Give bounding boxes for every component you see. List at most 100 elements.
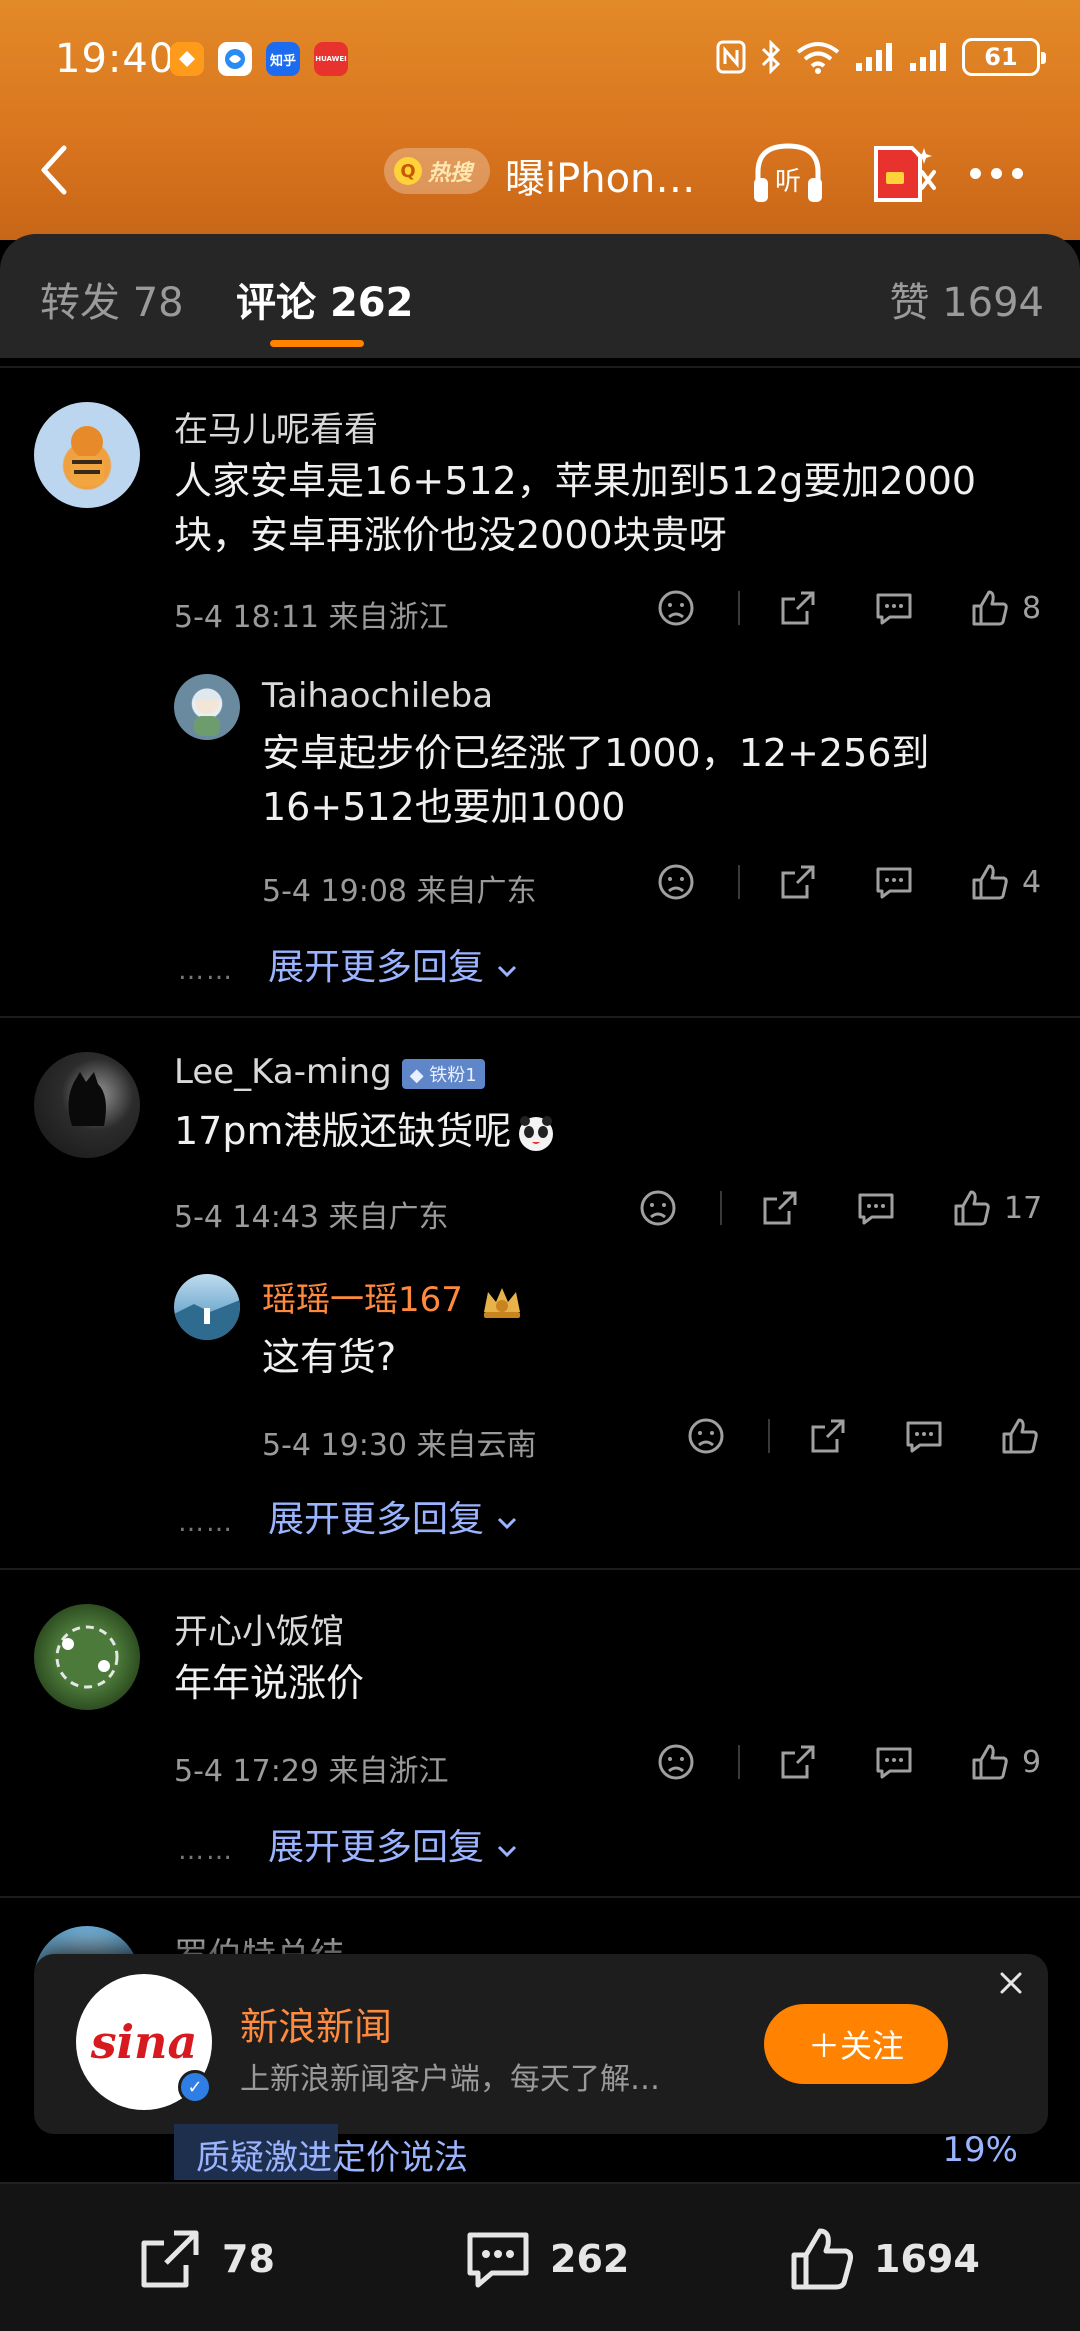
comment-location: 来自浙江 xyxy=(328,600,449,635)
chevron-down-icon xyxy=(498,1517,517,1530)
like-icon[interactable] xyxy=(970,588,1010,628)
hot-search-badge[interactable]: Q 热搜 xyxy=(384,148,490,194)
poll-option[interactable]: 质疑激进定价说法 19% xyxy=(174,2124,1040,2180)
avatar[interactable] xyxy=(34,402,140,508)
like-count: 17 xyxy=(1004,1190,1043,1226)
reply-icon[interactable] xyxy=(874,862,914,902)
comment-text[interactable]: 年年说涨价 xyxy=(174,1656,994,1710)
reply-meta: 5-4 19:08 来自广东 xyxy=(262,866,537,910)
dislike-icon[interactable] xyxy=(656,862,696,902)
like-count: 8 xyxy=(1022,590,1042,626)
verified-badge-icon: ✓ xyxy=(178,2070,212,2104)
repost-button[interactable]: 78 xyxy=(134,2184,275,2331)
tab-likes[interactable]: 赞 1694 xyxy=(889,270,1044,328)
share-icon[interactable] xyxy=(808,1416,848,1456)
reply-time: 5-4 19:30 xyxy=(262,1428,407,1463)
more-icon[interactable] xyxy=(970,168,1023,179)
reply-text[interactable]: 这有货? xyxy=(262,1330,1002,1384)
huawei-icon: HUAWEI xyxy=(314,42,348,76)
hot-search-label: 热搜 xyxy=(428,161,473,186)
expand-replies-button[interactable]: …… 展开更多回复 xyxy=(178,938,519,990)
dislike-icon[interactable] xyxy=(686,1416,726,1456)
repost-count: 78 xyxy=(222,2236,275,2281)
avatar[interactable] xyxy=(34,1604,140,1710)
reply-icon[interactable] xyxy=(856,1188,896,1228)
battery-icon: 61 xyxy=(962,38,1046,76)
app-notify-icon xyxy=(170,42,204,76)
page-title[interactable]: 曝iPhon… xyxy=(505,146,695,204)
comment-actions: 17 xyxy=(638,1188,1042,1228)
comment-text-content: 17pm港版还缺货呢 xyxy=(174,1109,512,1153)
expand-dots: …… xyxy=(178,1836,234,1866)
fan-badge: ◆ 铁粉1 xyxy=(401,1058,485,1089)
close-icon[interactable] xyxy=(996,1968,1026,1998)
tab-active-indicator xyxy=(270,340,364,347)
share-icon[interactable] xyxy=(760,1188,800,1228)
like-count: 4 xyxy=(1022,864,1042,900)
reply-location: 来自云南 xyxy=(416,1428,537,1463)
popup-description: 上新浪新闻客户端，每天了解… xyxy=(240,2062,660,2097)
like-icon[interactable] xyxy=(1000,1416,1040,1456)
expand-label: 展开更多回复 xyxy=(268,1827,485,1868)
expand-label: 展开更多回复 xyxy=(268,1499,485,1540)
expand-dots: …… xyxy=(178,1508,234,1538)
reply-avatar[interactable] xyxy=(174,1274,240,1340)
tab-comments[interactable]: 评论 262 xyxy=(236,270,413,328)
like-icon[interactable] xyxy=(970,1742,1010,1782)
expand-label: 展开更多回复 xyxy=(268,947,485,988)
share-icon[interactable] xyxy=(778,1742,818,1782)
sina-logo-text: sina xyxy=(90,2015,198,2069)
expand-replies-button[interactable]: …… 展开更多回复 xyxy=(178,1818,519,1870)
comment-count: 262 xyxy=(550,2236,630,2281)
expand-replies-button[interactable]: …… 展开更多回复 xyxy=(178,1490,519,1542)
tab-repost[interactable]: 转发 78 xyxy=(40,270,184,328)
reply-username-text: 瑶瑶一瑶167 xyxy=(262,1280,463,1320)
popup-title[interactable]: 新浪新闻 xyxy=(240,1996,392,2051)
reply-icon[interactable] xyxy=(874,588,914,628)
browser-icon xyxy=(218,42,252,76)
comment-username[interactable]: 开心小饭馆 xyxy=(174,1604,344,1653)
dislike-icon[interactable] xyxy=(656,1742,696,1782)
header: 19:40 知乎 HUAWEI 61 Q 热搜 曝iPhon… 听 xyxy=(0,0,1080,240)
reply-text[interactable]: 安卓起步价已经涨了1000，12+256到16+512也要加1000 xyxy=(262,726,1002,834)
divider xyxy=(0,366,1080,368)
like-icon[interactable] xyxy=(970,862,1010,902)
reply-avatar[interactable] xyxy=(174,674,240,740)
nfc-icon xyxy=(716,40,746,74)
follow-button[interactable]: ＋关注 xyxy=(764,2004,948,2084)
back-icon[interactable] xyxy=(34,140,74,200)
like-button[interactable]: 1694 xyxy=(786,2184,980,2331)
status-bar: 19:40 知乎 HUAWEI 61 xyxy=(0,0,1080,120)
search-icon: Q xyxy=(394,157,422,185)
comment-text[interactable]: 人家安卓是16+512，苹果加到512g要加2000块，安卓再涨价也没2000块… xyxy=(174,454,994,562)
comment-username[interactable]: Lee_Ka-ming ◆ 铁粉1 xyxy=(174,1052,485,1092)
reply-username[interactable]: 瑶瑶一瑶167 xyxy=(262,1272,524,1322)
tab-likes-label: 赞 xyxy=(889,280,930,326)
status-time: 19:40 xyxy=(55,36,176,82)
dislike-icon[interactable] xyxy=(638,1188,678,1228)
poll-label: 质疑激进定价说法 xyxy=(196,2138,468,2178)
reply-icon[interactable] xyxy=(904,1416,944,1456)
chevron-down-icon xyxy=(498,1845,517,1858)
avatar[interactable] xyxy=(34,1052,140,1158)
like-icon[interactable] xyxy=(952,1188,992,1228)
reply-icon[interactable] xyxy=(874,1742,914,1782)
share-icon[interactable] xyxy=(778,862,818,902)
comment-text[interactable]: 17pm港版还缺货呢 xyxy=(174,1104,994,1158)
red-packet-icon[interactable] xyxy=(862,138,942,208)
divider xyxy=(0,1896,1080,1898)
dislike-icon[interactable] xyxy=(656,588,696,628)
tab-likes-count: 1694 xyxy=(942,280,1044,326)
tab-repost-count: 78 xyxy=(132,280,184,326)
action-separator xyxy=(738,591,740,625)
listen-icon[interactable]: 听 xyxy=(748,138,828,208)
comment-button[interactable]: 262 xyxy=(462,2184,629,2331)
comment-meta: 5-4 14:43 来自广东 xyxy=(174,1192,449,1236)
crown-badge-icon xyxy=(483,1287,520,1318)
reply-username[interactable]: Taihaochileba xyxy=(262,676,493,716)
action-separator xyxy=(738,865,740,899)
notification-icons: 知乎 HUAWEI xyxy=(170,42,348,76)
comment-username[interactable]: 在马儿呢看看 xyxy=(174,402,378,451)
nav-bar: Q 热搜 曝iPhon… 听 xyxy=(0,120,1080,230)
share-icon[interactable] xyxy=(778,588,818,628)
